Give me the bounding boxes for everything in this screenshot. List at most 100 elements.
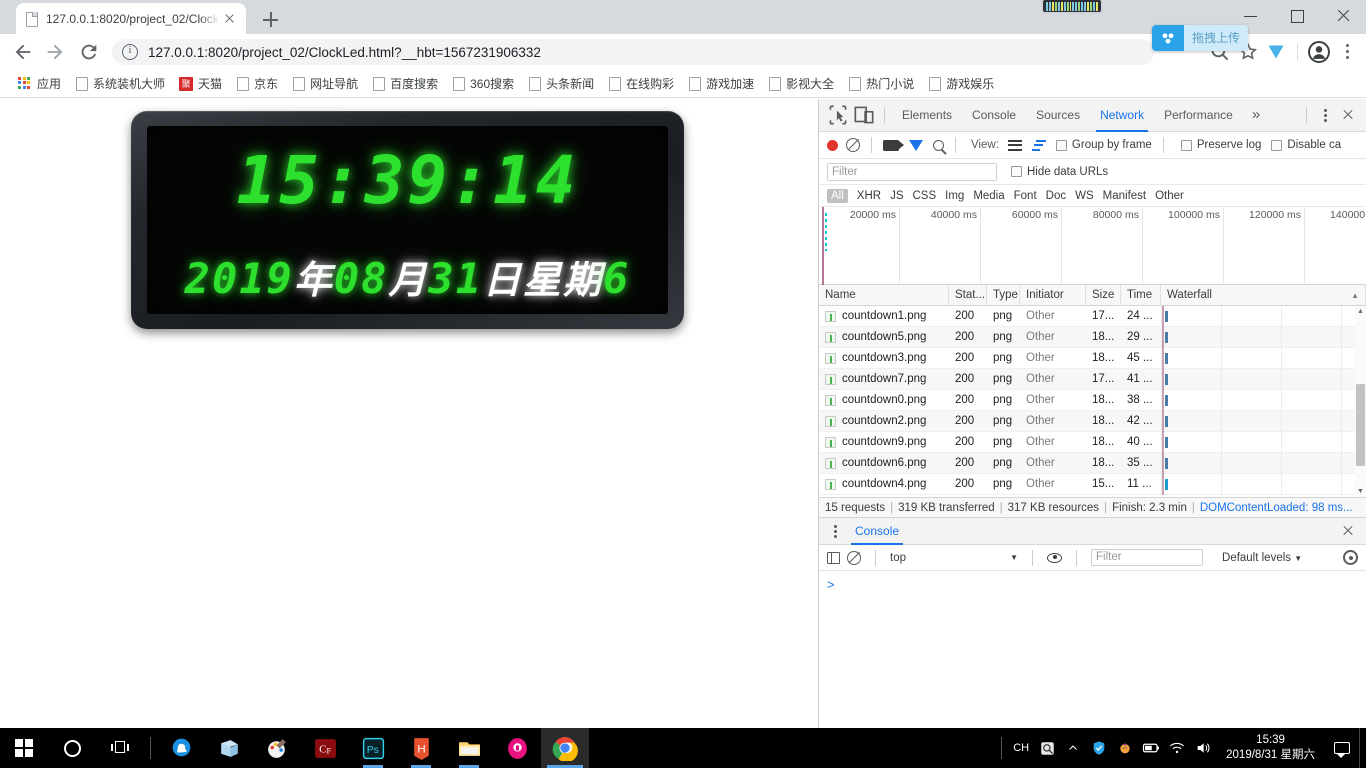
sidebar-toggle-icon[interactable] (827, 551, 840, 564)
chrome-menu-icon[interactable] (1334, 39, 1360, 65)
bookmark-item[interactable]: 游戏加速 (682, 73, 760, 95)
column-type[interactable]: Type (987, 284, 1020, 306)
column-time[interactable]: Time (1121, 284, 1161, 306)
maximize-icon[interactable] (1274, 0, 1320, 32)
type-filter-js[interactable]: JS (890, 190, 903, 202)
tab-elements[interactable]: Elements (892, 99, 962, 132)
type-filter-other[interactable]: Other (1155, 190, 1184, 202)
ime-indicator[interactable]: CH (1008, 728, 1034, 768)
show-desktop-button[interactable] (1359, 728, 1366, 768)
table-row[interactable]: countdown5.png 200 png Other 18... 29 ..… (819, 326, 1366, 348)
bookmark-item[interactable]: 京东 (230, 73, 284, 95)
console-levels-selector[interactable]: Default levels ▼ (1222, 552, 1302, 564)
column-waterfall[interactable]: Waterfall (1161, 284, 1366, 306)
column-name[interactable]: Name (819, 284, 949, 306)
cf-game-icon[interactable]: CF (301, 728, 349, 768)
show-hidden-icons-icon[interactable] (1060, 728, 1086, 768)
devtools-close-icon[interactable] (1336, 102, 1360, 128)
console-output[interactable]: > (819, 571, 1366, 691)
tab-network[interactable]: Network (1090, 99, 1154, 132)
filter-funnel-icon[interactable] (909, 139, 923, 151)
chrome-icon[interactable] (541, 728, 589, 768)
v-extension-icon[interactable] (1263, 39, 1289, 65)
column-status[interactable]: Stat... (949, 284, 987, 306)
device-toolbar-icon[interactable] (851, 102, 877, 128)
requests-scrollbar[interactable]: ▲ ▼ (1355, 306, 1366, 497)
cortana-circle-icon[interactable] (48, 728, 96, 768)
console-filter-input[interactable]: Filter (1091, 549, 1203, 566)
tab-console-drawer[interactable]: Console (845, 517, 909, 545)
photoshop-icon[interactable]: Ps (349, 728, 397, 768)
type-filter-doc[interactable]: Doc (1046, 190, 1066, 202)
group-by-frame-checkbox[interactable]: Group by frame (1055, 139, 1152, 151)
type-filter-manifest[interactable]: Manifest (1103, 190, 1146, 202)
type-filter-css[interactable]: CSS (912, 190, 936, 202)
wifi-icon[interactable] (1164, 728, 1190, 768)
column-size[interactable]: Size (1086, 284, 1121, 306)
table-row[interactable]: countdown4.png 200 png Other 15... 11 ..… (819, 473, 1366, 495)
inspect-element-icon[interactable] (825, 102, 851, 128)
chevron-down-icon[interactable]: ▼ (1010, 553, 1018, 562)
table-row[interactable]: countdown2.png 200 png Other 18... 42 ..… (819, 410, 1366, 432)
list-view-icon[interactable] (1007, 139, 1022, 151)
shield-icon[interactable] (1086, 728, 1112, 768)
baidu-netdisk-upload-overlay[interactable]: 拖拽上传 (1152, 25, 1249, 51)
camera-icon[interactable] (883, 139, 904, 151)
console-context-selector[interactable]: top ▼ (890, 552, 1018, 564)
bookmark-item[interactable]: 聚 天猫 (173, 73, 228, 95)
bookmark-item[interactable]: 网址导航 (286, 73, 364, 95)
hide-data-urls-checkbox[interactable]: Hide data URLs (1011, 166, 1108, 178)
column-initiator[interactable]: Initiator (1020, 284, 1086, 306)
scroll-up-arrow-icon[interactable]: ▲ (1355, 306, 1366, 317)
type-filter-all[interactable]: All (827, 188, 848, 203)
devtools-menu-icon[interactable] (1314, 102, 1336, 128)
bookmark-item[interactable]: 热门小说 (842, 73, 920, 95)
bookmark-item[interactable]: 游戏娱乐 (922, 73, 1000, 95)
table-row[interactable]: countdown0.png 200 png Other 18... 38 ..… (819, 389, 1366, 411)
close-icon[interactable] (220, 10, 238, 28)
checkbox-box[interactable] (1011, 166, 1022, 177)
type-filter-media[interactable]: Media (973, 190, 1004, 202)
close-icon[interactable] (1320, 0, 1366, 32)
network-filter-input[interactable]: Filter (827, 162, 997, 181)
search-icon[interactable] (933, 139, 944, 151)
store-icon[interactable] (205, 728, 253, 768)
bookmark-item[interactable]: 360搜索 (446, 73, 520, 95)
battery-icon[interactable] (1138, 728, 1164, 768)
new-tab-button[interactable] (258, 7, 284, 33)
table-row[interactable]: countdown3.png 200 png Other 18... 45 ..… (819, 347, 1366, 369)
forward-arrow-icon[interactable] (44, 41, 66, 63)
type-filter-ws[interactable]: WS (1075, 190, 1094, 202)
preserve-log-checkbox[interactable]: Preserve log (1180, 139, 1261, 151)
volume-icon[interactable] (1190, 728, 1216, 768)
type-filter-img[interactable]: Img (945, 190, 964, 202)
table-row[interactable]: countdown9.png 200 png Other 18... 40 ..… (819, 431, 1366, 453)
browser-tab[interactable]: 127.0.0.1:8020/project_02/ClockLed.html?… (16, 3, 246, 34)
record-icon[interactable] (827, 139, 838, 151)
back-arrow-icon[interactable] (12, 41, 34, 63)
wps-icon[interactable] (493, 728, 541, 768)
more-tabs-chevron-icon[interactable]: » (1243, 99, 1269, 132)
scroll-down-arrow-icon[interactable]: ▼ (1355, 486, 1366, 497)
checkbox-box[interactable] (1180, 139, 1192, 151)
disable-cache-checkbox[interactable]: Disable ca (1271, 139, 1341, 151)
table-row[interactable]: countdown1.png 200 png Other 17... 24 ..… (819, 306, 1366, 327)
address-bar[interactable]: 127.0.0.1:8020/project_02/ClockLed.html?… (112, 39, 1154, 65)
checkbox-box[interactable] (1055, 139, 1067, 151)
clear-console-icon[interactable] (847, 550, 861, 565)
scrollbar-thumb[interactable] (1356, 384, 1365, 466)
type-filter-font[interactable]: Font (1014, 190, 1037, 202)
bookmark-item[interactable]: 头条新闻 (522, 73, 600, 95)
console-menu-icon[interactable] (825, 519, 845, 543)
waterfall-view-icon[interactable] (1031, 139, 1046, 151)
file-explorer-icon[interactable] (445, 728, 493, 768)
qq-browser-icon[interactable] (157, 728, 205, 768)
bookmark-item[interactable]: 影视大全 (762, 73, 840, 95)
taskbar-clock[interactable]: 15:39 2019/8/31 星期六 (1216, 733, 1325, 763)
live-expression-icon[interactable] (1047, 552, 1062, 563)
tab-console[interactable]: Console (962, 99, 1026, 132)
reload-icon[interactable] (78, 41, 100, 63)
task-view-icon[interactable] (96, 728, 144, 768)
action-center-icon[interactable] (1325, 728, 1359, 768)
bookmark-item[interactable]: 系统装机大师 (69, 73, 171, 95)
